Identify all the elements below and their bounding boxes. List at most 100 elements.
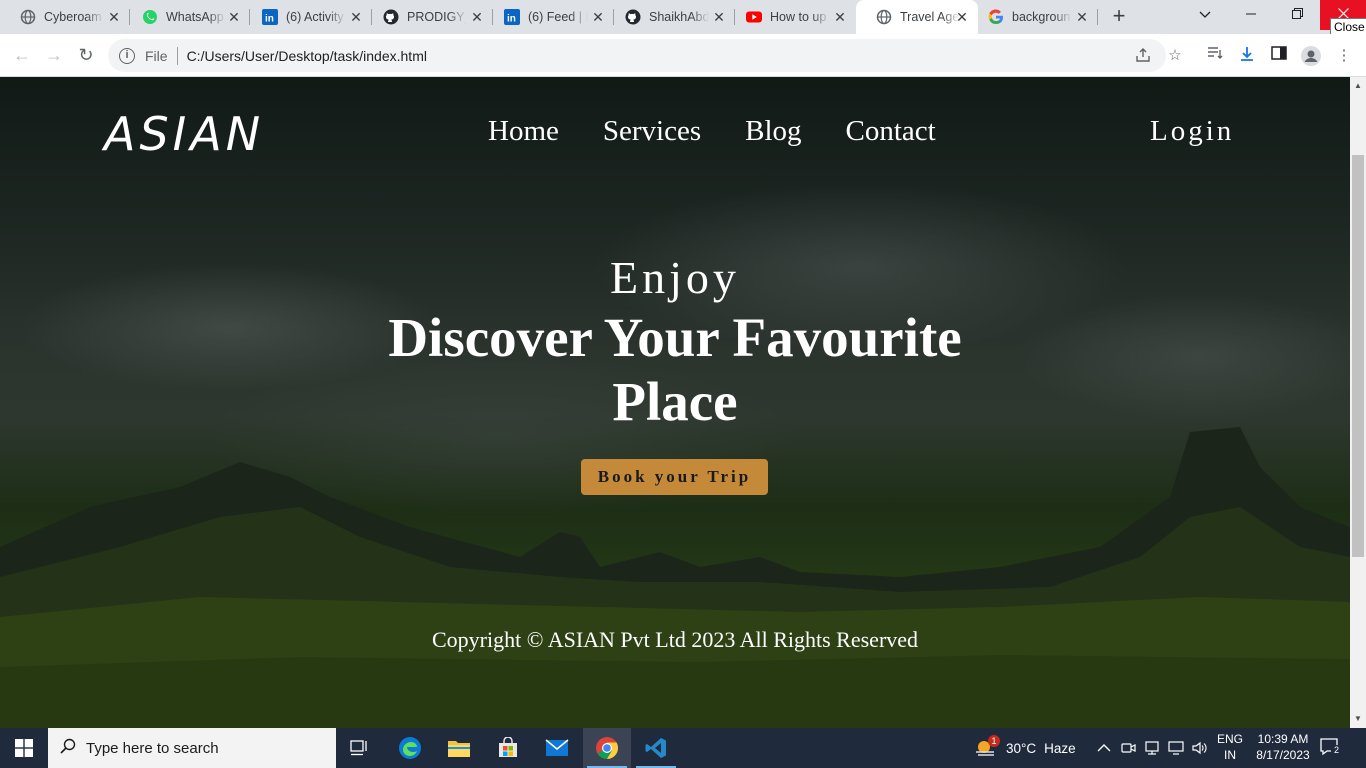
back-arrow-icon[interactable]: ← <box>10 43 34 67</box>
show-hidden-icons-chevron-up-icon[interactable] <box>1097 728 1111 768</box>
tab-title: backgroun <box>1012 10 1071 24</box>
globe-icon <box>20 9 36 25</box>
weather-haze-icon: 1 <box>974 735 1000 759</box>
windows-taskbar: Type here to search 1 30°C Haze ENG IN 1… <box>0 728 1366 768</box>
meet-now-icon[interactable] <box>1121 728 1137 768</box>
tab-github-shaikh[interactable]: ShaikhAbd ✕ <box>605 0 735 34</box>
tab-title: How to up <box>770 10 827 24</box>
edge-icon[interactable] <box>386 728 434 768</box>
tab-google-background[interactable]: backgroun ✕ <box>978 0 1098 34</box>
file-explorer-icon[interactable] <box>435 728 483 768</box>
clock-date: 8/17/2023 <box>1256 748 1310 762</box>
main-nav: Home Services Blog Contact <box>466 115 958 148</box>
input-language[interactable]: ENG IN <box>1212 731 1248 763</box>
hero-headline: Discover Your Favourite Place <box>388 307 962 432</box>
tab-youtube[interactable]: How to up ✕ <box>726 0 856 34</box>
close-tab-icon[interactable]: ✕ <box>106 9 122 25</box>
github-icon <box>383 9 399 25</box>
reload-icon[interactable]: ↻ <box>74 43 98 67</box>
hero-section: Enjoy Discover Your Favourite Place <box>0 250 1350 434</box>
nav-link-contact[interactable]: Contact <box>846 115 936 148</box>
chrome-icon[interactable] <box>583 728 631 768</box>
profile-avatar-icon[interactable] <box>1301 46 1321 66</box>
svg-text:in: in <box>265 14 274 25</box>
microsoft-store-icon[interactable] <box>484 728 532 768</box>
tab-title: PRODIGY_ <box>407 10 467 24</box>
nav-link-home[interactable]: Home <box>488 115 559 148</box>
weather-condition: Haze <box>1044 740 1076 756</box>
bookmark-star-icon[interactable]: ☆ <box>1166 47 1184 65</box>
tab-title: (6) Feed | L <box>528 10 588 24</box>
scroll-up-arrow-icon[interactable]: ▲ <box>1350 79 1366 93</box>
tab-strip: Cyberoam ✕ WhatsApp ✕ in (6) Activity ✕ … <box>0 0 1366 36</box>
vscode-icon[interactable] <box>632 728 680 768</box>
mail-icon[interactable] <box>533 728 581 768</box>
task-view-icon[interactable] <box>336 728 384 768</box>
tab-title: WhatsApp <box>166 10 224 24</box>
globe-icon <box>876 9 892 25</box>
weather-widget[interactable]: 1 30°C Haze <box>974 728 1076 768</box>
tab-title: ShaikhAbd <box>649 10 709 24</box>
login-link[interactable]: Login <box>1150 115 1234 148</box>
language-code: ENG <box>1216 732 1243 746</box>
github-icon <box>625 9 641 25</box>
tab-travel-agency[interactable]: Travel Age ✕ <box>856 0 978 34</box>
language-region: IN <box>1224 748 1236 762</box>
notification-count: 2 <box>1331 745 1342 756</box>
menu-kebab-icon[interactable]: ⋮ <box>1334 46 1354 66</box>
whatsapp-icon <box>142 9 158 25</box>
forward-arrow-icon[interactable]: → <box>42 43 66 67</box>
notification-center-icon[interactable]: 2 <box>1320 738 1342 758</box>
download-icon[interactable] <box>1237 46 1257 66</box>
taskbar-clock[interactable]: 10:39 AM 8/17/2023 <box>1250 731 1316 763</box>
hero-kicker: Enjoy <box>610 252 740 303</box>
url-text[interactable]: C:/Users/User/Desktop/task/index.html <box>187 48 427 64</box>
tab-linkedin-feed[interactable]: in (6) Feed | L ✕ <box>484 0 614 34</box>
close-tab-icon[interactable]: ✕ <box>954 9 970 25</box>
search-placeholder: Type here to search <box>86 739 219 757</box>
search-icon <box>60 738 76 759</box>
volume-icon[interactable] <box>1192 728 1208 768</box>
close-tab-icon[interactable]: ✕ <box>711 9 727 25</box>
linkedin-icon: in <box>504 9 520 25</box>
tab-whatsapp[interactable]: WhatsApp ✕ <box>122 0 250 34</box>
address-bar[interactable]: i File C:/Users/User/Desktop/task/index.… <box>108 39 1182 72</box>
book-trip-button[interactable]: Book your Trip <box>581 459 768 495</box>
clock-time: 10:39 AM <box>1257 732 1309 746</box>
page-viewport: ASIAN Home Services Blog Contact Login E… <box>0 77 1350 728</box>
tab-title: (6) Activity <box>286 10 344 24</box>
nav-link-blog[interactable]: Blog <box>745 115 801 148</box>
taskbar-search-box[interactable]: Type here to search <box>48 728 336 768</box>
windows-start-icon[interactable] <box>0 728 48 768</box>
tab-title: Cyberoam <box>44 10 102 24</box>
info-icon[interactable]: i <box>119 47 135 64</box>
weather-temp: 30°C <box>1006 740 1037 756</box>
page-scrollbar[interactable]: ▲ ▼ <box>1350 77 1366 728</box>
close-tab-icon[interactable]: ✕ <box>469 9 485 25</box>
close-tab-icon[interactable]: ✕ <box>590 9 606 25</box>
tab-search-chevron-down-icon[interactable] <box>1182 0 1228 30</box>
weather-alert-badge: 1 <box>988 735 1000 747</box>
tab-title: Travel Age <box>900 10 960 24</box>
close-tab-icon[interactable]: ✕ <box>1074 9 1090 25</box>
network-settings-icon[interactable] <box>1144 728 1160 768</box>
close-tab-icon[interactable]: ✕ <box>348 9 364 25</box>
close-tab-icon[interactable]: ✕ <box>832 9 848 25</box>
nav-link-services[interactable]: Services <box>603 115 701 148</box>
minimize-button[interactable] <box>1228 0 1274 30</box>
new-tab-button[interactable]: + <box>1107 5 1131 29</box>
tab-cyberoam[interactable]: Cyberoam ✕ <box>0 0 130 34</box>
restore-button[interactable] <box>1274 0 1320 30</box>
footer-copyright: Copyright © ASIAN Pvt Ltd 2023 All Right… <box>431 627 919 652</box>
google-icon <box>988 9 1004 25</box>
tab-linkedin-activity[interactable]: in (6) Activity ✕ <box>242 0 372 34</box>
close-tab-icon[interactable]: ✕ <box>226 9 242 25</box>
network-icon[interactable] <box>1168 728 1184 768</box>
side-panel-icon[interactable] <box>1269 46 1289 66</box>
scrollbar-thumb[interactable] <box>1352 155 1364 557</box>
share-icon[interactable] <box>1134 47 1152 65</box>
reading-list-icon[interactable] <box>1205 46 1225 66</box>
site-logo[interactable]: ASIAN <box>104 107 264 161</box>
tab-github-prodigy[interactable]: PRODIGY_ ✕ <box>363 0 493 34</box>
scroll-down-arrow-icon[interactable]: ▼ <box>1350 712 1366 726</box>
